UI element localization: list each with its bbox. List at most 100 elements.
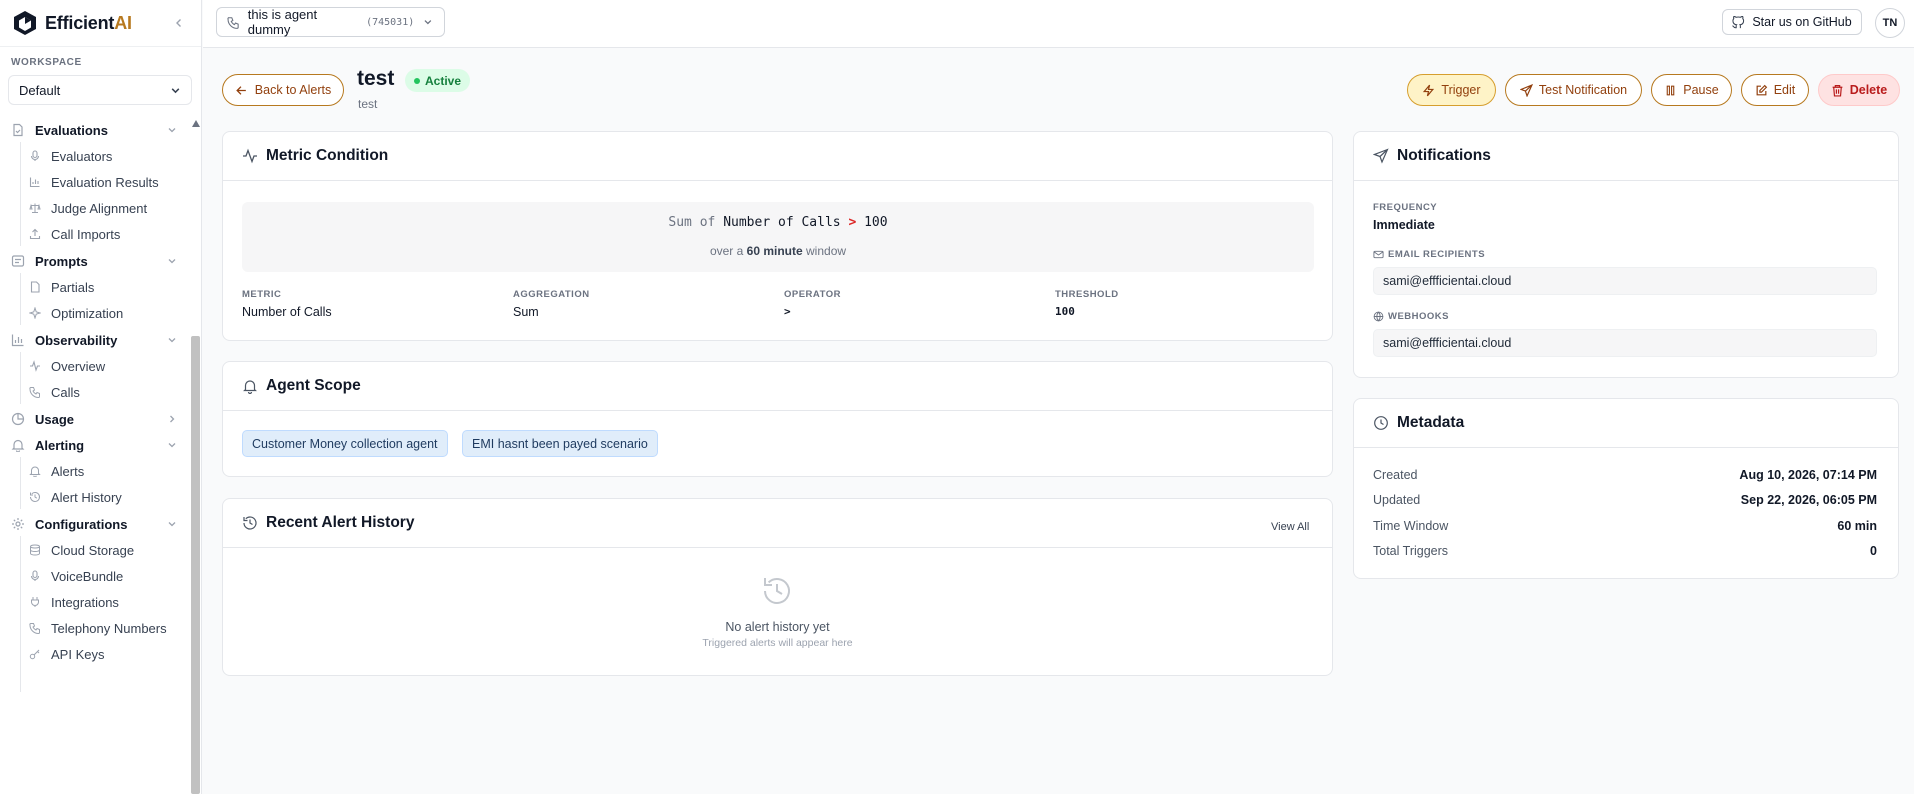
chevron-left-icon bbox=[176, 19, 181, 27]
sidebar: EfficientAI WORKSPACE Default Evaluation… bbox=[0, 0, 202, 794]
sidebar-item-optimization[interactable]: Optimization bbox=[0, 299, 190, 327]
activity-icon bbox=[30, 360, 40, 372]
topbar: this is agent dummy (745031) Star us on … bbox=[203, 0, 1914, 48]
card-title: Metadata bbox=[1397, 414, 1465, 431]
sidebar-item-voicebundle[interactable]: VoiceBundle bbox=[0, 562, 190, 590]
sidebar-item-label: Partials bbox=[51, 279, 95, 295]
delete-label: Delete bbox=[1849, 83, 1888, 97]
history-icon bbox=[764, 577, 790, 604]
scroll-up-arrow-icon[interactable] bbox=[192, 120, 200, 127]
sidebar-item-cloud-storage[interactable]: Cloud Storage bbox=[0, 536, 190, 564]
sidebar-item-alert-history[interactable]: Alert History bbox=[0, 483, 190, 511]
bar-chart-icon bbox=[11, 334, 24, 347]
sidebar-item-label: Call Imports bbox=[51, 226, 121, 242]
trigger-button[interactable]: Trigger bbox=[1407, 74, 1496, 106]
sidebar-item-api-keys[interactable]: API Keys bbox=[0, 640, 190, 668]
history-icon bbox=[243, 516, 257, 530]
sidebar-group-label: Prompts bbox=[35, 253, 88, 269]
agent-tag[interactable]: EMI hasnt been payed scenario bbox=[462, 430, 658, 457]
sidebar-item-evaluation-results[interactable]: Evaluation Results bbox=[0, 168, 190, 196]
sidebar-item-alerts[interactable]: Alerts bbox=[0, 457, 190, 485]
metadata-card: Metadata Created Aug 10, 2026, 07:14 PM U… bbox=[1353, 398, 1899, 579]
card-title: Agent Scope bbox=[266, 377, 361, 394]
sidebar-group-alerting[interactable]: Alerting bbox=[0, 431, 190, 459]
phone-icon bbox=[29, 387, 40, 398]
agent-scope-card: Agent Scope Customer Money collection ag… bbox=[222, 361, 1333, 477]
sidebar-item-evaluators[interactable]: Evaluators bbox=[0, 142, 190, 170]
sidebar-group-label: Evaluations bbox=[35, 122, 108, 138]
back-to-alerts-button[interactable]: Back to Alerts bbox=[222, 74, 344, 106]
status-dot-icon bbox=[414, 77, 420, 84]
activity-icon bbox=[243, 148, 257, 164]
sidebar-group-evaluations[interactable]: Evaluations bbox=[0, 116, 190, 144]
sidebar-group-usage[interactable]: Usage bbox=[0, 405, 190, 433]
workspace-value: Default bbox=[19, 82, 61, 98]
upload-icon bbox=[29, 228, 41, 240]
chevron-down-icon bbox=[424, 20, 432, 25]
threshold-field: THRESHOLD 100 bbox=[1055, 289, 1119, 318]
card-header: Notifications bbox=[1354, 132, 1898, 181]
arrow-left-icon bbox=[236, 85, 246, 95]
chevron-down-icon bbox=[168, 338, 176, 343]
avatar[interactable]: TN bbox=[1875, 8, 1905, 38]
github-star-button[interactable]: Star us on GitHub bbox=[1722, 9, 1862, 35]
sidebar-item-overview[interactable]: Overview bbox=[0, 352, 190, 380]
sidebar-item-partials[interactable]: Partials bbox=[0, 273, 190, 301]
document-icon bbox=[11, 255, 25, 267]
pause-label: Pause bbox=[1683, 83, 1719, 97]
sidebar-item-label: Integrations bbox=[51, 594, 119, 610]
sidebar-item-label: API Keys bbox=[51, 646, 105, 662]
sidebar-group-configurations[interactable]: Configurations bbox=[0, 510, 190, 538]
chevron-down-icon bbox=[168, 128, 176, 133]
scroll-thumb[interactable] bbox=[191, 336, 200, 794]
sidebar-item-label: Judge Alignment bbox=[51, 200, 148, 216]
chevron-right-icon bbox=[170, 415, 175, 423]
zap-icon bbox=[1423, 84, 1435, 96]
collapse-sidebar-button[interactable] bbox=[170, 14, 188, 32]
edit-button[interactable]: Edit bbox=[1741, 74, 1809, 106]
agent-select[interactable]: this is agent dummy (745031) bbox=[216, 7, 445, 37]
operator-field: OPERATOR > bbox=[784, 289, 841, 318]
sidebar-item-calls[interactable]: Calls bbox=[0, 378, 190, 406]
condition-formula: Sum of Number of Calls > 100 over a 60 m… bbox=[242, 202, 1314, 272]
sidebar-item-judge-alignment[interactable]: Judge Alignment bbox=[0, 194, 190, 222]
scale-icon bbox=[29, 203, 41, 213]
view-all-link[interactable]: View All bbox=[1271, 521, 1309, 533]
test-notification-button[interactable]: Test Notification bbox=[1505, 74, 1642, 106]
plug-icon bbox=[31, 597, 39, 607]
card-header: Metric Condition bbox=[223, 132, 1332, 181]
database-icon bbox=[30, 544, 40, 556]
phone-icon bbox=[29, 623, 40, 634]
agent-tag[interactable]: Customer Money collection agent bbox=[242, 430, 448, 457]
sidebar-group-label: Observability bbox=[35, 332, 118, 348]
sidebar-group-observability[interactable]: Observability bbox=[0, 326, 190, 354]
sidebar-item-label: Calls bbox=[51, 384, 80, 400]
notifications-card: Notifications FREQUENCY Immediate EMAIL … bbox=[1353, 131, 1899, 378]
clock-icon bbox=[1374, 416, 1388, 430]
sidebar-item-telephony-numbers[interactable]: Telephony Numbers bbox=[0, 614, 190, 642]
edit-label: Edit bbox=[1773, 83, 1796, 97]
github-label: Star us on GitHub bbox=[1752, 15, 1852, 29]
send-icon bbox=[1373, 148, 1389, 164]
mic-icon bbox=[30, 150, 40, 161]
pause-button[interactable]: Pause bbox=[1651, 74, 1732, 106]
sidebar-item-label: VoiceBundle bbox=[51, 568, 124, 584]
sidebar-item-call-imports[interactable]: Call Imports bbox=[0, 220, 190, 248]
bell-icon bbox=[243, 380, 257, 394]
sidebar-item-label: Alerts bbox=[51, 463, 85, 479]
sidebar-scrollbar[interactable] bbox=[191, 116, 201, 794]
webhooks-label: WEBHOOKS bbox=[1373, 311, 1449, 322]
chevron-down-icon bbox=[168, 522, 176, 527]
agent-id: (745031) bbox=[366, 16, 415, 28]
sidebar-item-integrations[interactable]: Integrations bbox=[0, 588, 190, 616]
card-title: Notifications bbox=[1397, 147, 1491, 164]
sparkle-icon bbox=[29, 307, 41, 319]
workspace-select[interactable]: Default bbox=[8, 75, 192, 105]
bell-icon bbox=[29, 466, 41, 477]
key-icon bbox=[29, 649, 40, 660]
delete-button[interactable]: Delete bbox=[1818, 74, 1900, 106]
bell-icon bbox=[11, 439, 25, 452]
sidebar-group-prompts[interactable]: Prompts bbox=[0, 247, 190, 275]
file-icon bbox=[30, 281, 40, 293]
status-badge: Active bbox=[405, 69, 471, 92]
